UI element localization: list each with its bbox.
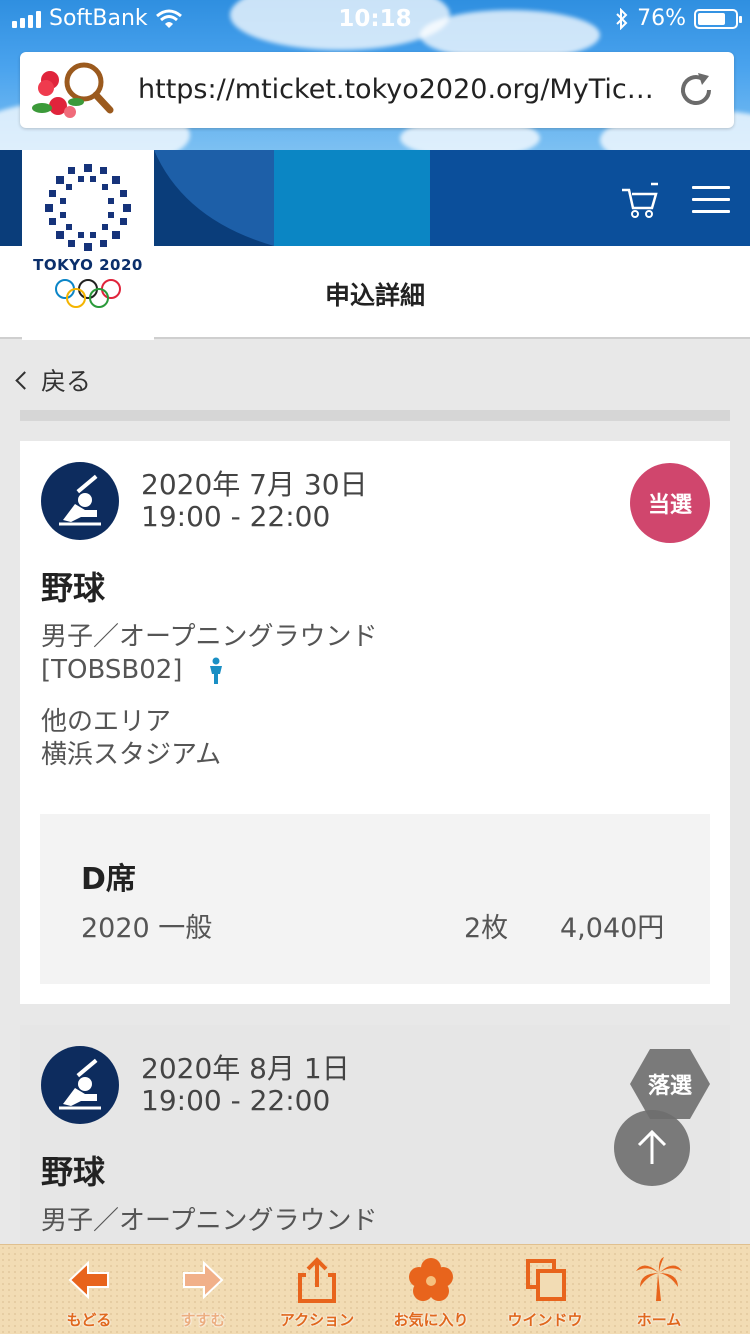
- back-link[interactable]: 戻る: [15, 362, 92, 398]
- event-date: 2020年 8月 1日: [141, 1052, 350, 1085]
- status-badge: 落選: [630, 1049, 710, 1119]
- battery-percent: 76%: [637, 6, 686, 31]
- hibiscus-icon: [409, 1258, 453, 1301]
- windows-icon: [526, 1259, 566, 1301]
- event-date: 2020年 7月 30日: [141, 468, 368, 501]
- event-name: 男子／オープニングラウンド: [41, 1206, 378, 1236]
- scroll-to-top-button[interactable]: [614, 1110, 690, 1186]
- reload-icon[interactable]: [676, 70, 716, 110]
- arrow-left-icon: [68, 1260, 109, 1300]
- accessible-icon: [209, 657, 222, 684]
- venue-info: 他のエリア 横浜スタジアム: [41, 706, 221, 772]
- emblem-icon: [45, 164, 131, 251]
- arrow-up-icon: [637, 1129, 667, 1164]
- menu-icon[interactable]: [692, 186, 730, 216]
- home-button[interactable]: ホーム: [604, 1253, 714, 1333]
- battery-icon: [694, 8, 742, 29]
- window-button[interactable]: ウインドウ: [490, 1253, 600, 1333]
- seat-summary: D席 2020 一般 2枚 4,040円: [40, 814, 710, 984]
- search-logo-icon[interactable]: [30, 58, 120, 122]
- event-info: 男子／オープニングラウンド: [41, 1205, 377, 1238]
- event-name: 男子／オープニングラウンド: [41, 622, 378, 652]
- sport-name: 野球: [41, 1153, 106, 1191]
- browser-toolbar: もどる すすむ アクション お気に入り ウインドウ ホーム: [0, 1244, 750, 1334]
- share-icon: [298, 1257, 336, 1303]
- ticket-quantity: 2枚: [464, 913, 509, 944]
- venue-name: 横浜スタジアム: [41, 740, 222, 770]
- sport-name: 野球: [41, 569, 106, 607]
- seat-name: D席: [81, 862, 136, 897]
- event-datetime: 2020年 8月 1日 19:00 - 22:00: [141, 1053, 350, 1117]
- divider: [20, 410, 730, 421]
- palm-tree-icon: [636, 1257, 682, 1301]
- arrow-right-icon: [183, 1260, 224, 1300]
- event-time: 19:00 - 22:00: [141, 500, 331, 533]
- event-code: [TOBSB02]: [41, 655, 183, 685]
- olympic-rings-icon: [55, 279, 121, 308]
- ticket-price: 4,040円: [560, 913, 665, 944]
- event-time: 19:00 - 22:00: [141, 1084, 331, 1117]
- logo-text: TOKYO 2020: [33, 256, 143, 274]
- favorites-button[interactable]: お気に入り: [376, 1253, 486, 1333]
- forward-button[interactable]: すすむ: [148, 1253, 258, 1333]
- area-name: 他のエリア: [41, 707, 172, 737]
- back-button[interactable]: もどる: [34, 1253, 144, 1333]
- tokyo2020-logo[interactable]: TOKYO 2020: [22, 150, 154, 340]
- chevron-left-icon: [15, 370, 34, 390]
- browser-chrome: SoftBank 10:18 76% https://mticket.tokyo…: [0, 0, 750, 150]
- url-bar[interactable]: https://mticket.tokyo2020.org/MyTic…: [20, 52, 734, 128]
- baseball-icon: [41, 1046, 119, 1124]
- status-badge: 当選: [630, 463, 710, 543]
- event-info: 男子／オープニングラウンド [TOBSB02]: [41, 621, 377, 687]
- event-datetime: 2020年 7月 30日 19:00 - 22:00: [141, 469, 368, 533]
- action-button[interactable]: アクション: [262, 1253, 372, 1333]
- ticket-type: 2020 一般: [81, 913, 213, 944]
- back-label: 戻る: [41, 367, 92, 396]
- application-card[interactable]: 2020年 7月 30日 19:00 - 22:00 当選 野球 男子／オープニ…: [20, 441, 730, 1004]
- bluetooth-icon: [616, 7, 628, 30]
- baseball-icon: [41, 462, 119, 540]
- status-bar: SoftBank 10:18 76%: [0, 0, 750, 40]
- url-text[interactable]: https://mticket.tokyo2020.org/MyTic…: [138, 74, 678, 105]
- cart-icon[interactable]: [620, 180, 660, 220]
